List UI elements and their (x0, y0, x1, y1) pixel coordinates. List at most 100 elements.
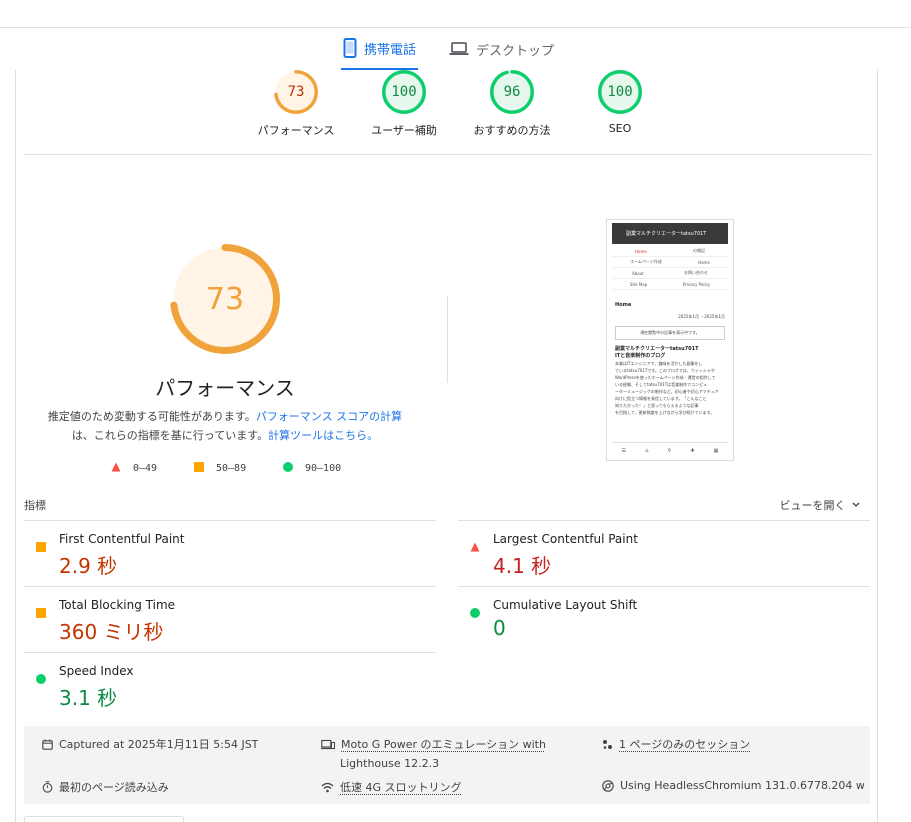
laptop-icon (449, 42, 469, 56)
square-icon (36, 537, 46, 556)
gauge-label: ユーザー補助 (349, 122, 459, 138)
gauge-score: 96 (490, 70, 534, 114)
legend-average-label: 50–89 (216, 463, 246, 474)
screenshot-header: 副業マルチクリエーターtatsu701T (612, 223, 728, 244)
tab-desktop[interactable]: デスクトップ (449, 28, 554, 70)
gauge-accessibility[interactable]: 100 ユーザー補助 (349, 70, 459, 138)
performance-score: 73 (170, 244, 280, 354)
performance-description: 推定値のため変動する可能性があります。パフォーマンス スコアの計算 は、これらの… (44, 407, 406, 445)
metric-value: 360 ミリ秒 (59, 616, 164, 645)
screenshot-line: 知りたかった！」と思ってもらえるような記事 (615, 402, 725, 409)
vertical-divider (447, 296, 448, 383)
calendar-icon (42, 739, 53, 750)
metric-name: Cumulative Layout Shift (493, 598, 637, 612)
phone-icon (343, 38, 357, 58)
gauge-label: おすすめの方法 (457, 122, 567, 138)
screenshot-line: ているtatsu701Tです。このブログでは、ウィッシャや (615, 367, 725, 374)
gauge-score: 100 (598, 70, 642, 114)
screenshot-nav-item: About (632, 271, 644, 276)
metric-name: First Contentful Paint (59, 532, 184, 546)
session-text: 1 ページのみのセッション (619, 736, 750, 752)
device-tabs: 携帯電話 デスクトップ (0, 28, 911, 70)
metric-value: 0 (493, 616, 506, 640)
load-text: 最初のページ読み込み (59, 779, 169, 795)
legend-pass-label: 90–100 (305, 463, 341, 474)
browser-info[interactable]: Using HeadlessChromium 131.0.6778.204 wi… (602, 779, 864, 792)
gauge-seo[interactable]: 100 SEO (565, 70, 675, 135)
menu-icon: ☰ (622, 448, 626, 454)
legend-average: 50–89 (194, 462, 246, 475)
metric-tbt: Total Blocking Time 360 ミリ秒 (24, 586, 436, 652)
gauge-score: 100 (382, 70, 426, 114)
screenshot-nav-item: の雑記 (693, 248, 705, 254)
metric-name: Total Blocking Time (59, 598, 175, 612)
session-icon (602, 739, 613, 750)
screenshot-nav: Home の雑記 ホームページ作成 Home About お問い合わせ Site Ma… (612, 246, 728, 290)
grid-icon: ▦ (714, 448, 719, 454)
captured-info: Captured at 2025年1月11日 5:54 JST (42, 736, 258, 752)
page-screenshot[interactable]: 副業マルチクリエーターtatsu701T Home の雑記 ホームページ作成 Hom… (606, 219, 734, 461)
triangle-icon (470, 537, 480, 556)
screenshot-line: を目指して、更新頻度を上げながら学び続けています。 (615, 409, 725, 416)
screenshot-line: 本業はITエンジニアで、趣味を活かした副業をし (615, 360, 725, 367)
screenshot-date: 2025年1月 ・2025年1月 (615, 313, 725, 320)
device-info[interactable]: Moto G Power のエミュレーション with (321, 736, 546, 752)
screenshot-line: 向けに役立つ情報を発信しています。「こんなこと (615, 395, 725, 402)
metric-name: Speed Index (59, 664, 133, 678)
circle-icon (36, 669, 46, 688)
expand-view-toggle[interactable]: ビューを開く (780, 497, 862, 513)
screenshot-nav-item: Privacy Policy (683, 282, 710, 287)
plus-icon: ✚ (690, 448, 694, 454)
metric-fcp: First Contentful Paint 2.9 秒 (24, 520, 436, 586)
calculator-link[interactable]: 計算ツールはこちら。 (268, 429, 378, 442)
score-legend: 0–49 50–89 90–100 (111, 462, 371, 478)
gauge-label: パフォーマンス (241, 122, 351, 138)
legend-fail-label: 0–49 (133, 463, 157, 474)
screenshot-nav-item: Site Map (630, 282, 647, 287)
search-icon: ⚲ (668, 448, 672, 454)
captured-text: Captured at 2025年1月11日 5:54 JST (59, 736, 258, 752)
square-icon (36, 603, 46, 622)
timer-icon (42, 781, 53, 793)
tab-mobile[interactable]: 携帯電話 (341, 28, 418, 70)
session-info[interactable]: 1 ページのみのセッション (602, 736, 750, 752)
screenshot-heading: ITと音楽制作のブログ (615, 353, 725, 360)
metric-si: Speed Index 3.1 秒 (24, 652, 436, 718)
screenshot-nav-item: ホームページ作成 (630, 259, 662, 265)
screenshot-line: ーターミュージックの制作など、初心者や初心アマチュア (615, 388, 725, 395)
screenshot-page-label: Home (615, 302, 725, 309)
throttle-text: 低速 4G スロットリング (340, 779, 462, 795)
circle-icon (283, 462, 293, 475)
screenshot-heading: 副業マルチクリエーターtatsu701T (615, 346, 725, 353)
performance-gauge: 73 (170, 244, 280, 354)
square-icon (194, 462, 204, 475)
gauge-best-practices[interactable]: 96 おすすめの方法 (457, 70, 567, 138)
lighthouse-version-text: Lighthouse 12.2.3 (340, 757, 439, 770)
metric-value: 3.1 秒 (59, 682, 117, 711)
runtime-settings: Captured at 2025年1月11日 5:54 JST Moto G P… (24, 726, 870, 804)
screenshot-line: WordPressを使ったホームページ作成・運営の相作して (615, 374, 725, 381)
tab-mobile-label: 携帯電話 (364, 39, 416, 58)
throttle-info[interactable]: 低速 4G スロットリング (321, 779, 462, 795)
expand-view-label: ビューを開く (780, 499, 846, 512)
gauge-performance[interactable]: 73 パフォーマンス (241, 70, 351, 138)
screenshot-line: いる経験、そしてtatsu701Tは音楽制作でコンピュ (615, 381, 725, 388)
metric-name: Largest Contentful Paint (493, 532, 638, 546)
screenshot-notice: 現在閲覧中の記事を表示中です。 (615, 326, 725, 340)
score-calc-link[interactable]: パフォーマンス スコアの計算 (256, 410, 402, 423)
legend-fail: 0–49 (111, 462, 157, 475)
gauge-label: SEO (565, 122, 675, 135)
gauge-score: 73 (274, 70, 318, 114)
report-panel: 73 パフォーマンス 100 ユーザー補助 96 おすすめの方法 100 SEO… (15, 70, 878, 822)
screenshot-nav-item: お問い合わせ (684, 270, 708, 276)
divider (24, 154, 871, 155)
device-text: Moto G Power のエミュレーション with (341, 736, 546, 752)
chevron-down-icon (851, 501, 861, 509)
category-gauges: 73 パフォーマンス 100 ユーザー補助 96 おすすめの方法 100 SEO (241, 70, 661, 154)
lighthouse-version: Lighthouse 12.2.3 (340, 757, 439, 770)
devices-icon (321, 739, 335, 750)
screenshot-nav-item: Home (635, 249, 647, 254)
desc-text: 推定値のため変動する可能性があります。 (48, 410, 256, 423)
metric-value: 4.1 秒 (493, 550, 551, 579)
wifi-icon (321, 782, 334, 793)
